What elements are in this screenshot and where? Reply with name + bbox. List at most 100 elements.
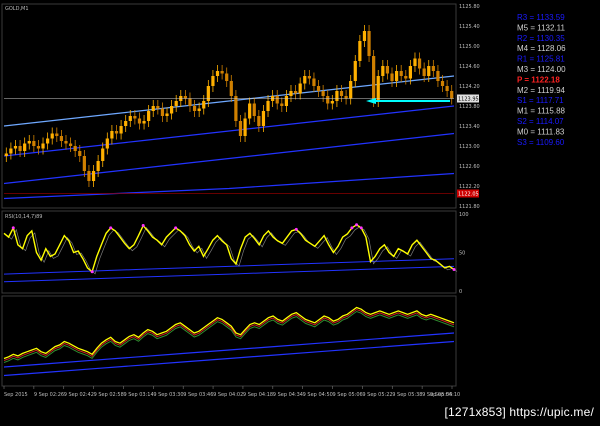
candle-body [427,66,431,76]
price-tick-label: 1125.00 [459,44,480,50]
candle-body [353,61,357,81]
candle-body [358,41,362,61]
candle-body [105,138,109,149]
pivot-r3-label: R3 = 1133.59 [517,13,565,22]
time-tick-label: 9 Sep 04:50 [303,392,333,398]
candle-body [137,118,142,124]
candle-body [128,116,132,121]
time-tick-label: 9 Sep 04:34 [273,392,303,398]
time-tick-label: 9 Sep 03:14 [123,392,153,398]
candle-body [27,141,31,144]
rsi-extreme-marker [355,223,359,227]
rsi-extreme-marker [174,226,178,230]
candle-body [183,96,187,99]
candle-body [349,81,353,99]
footer-watermark: [1271x853] https://upic.me/ [444,405,594,419]
candle-body [225,73,229,81]
pivot-list: R3 = 1133.59M5 = 1132.11 R2 = 1130.35M4 =… [517,13,566,147]
price-tick-label: 1123.80 [459,104,480,110]
candle-body [202,101,206,109]
candle-body [445,86,449,91]
candle-body [64,141,68,144]
candle-body [307,76,311,79]
pivot-m3-label: M3 = 1124.00 [517,65,566,74]
rsi-extreme-marker [452,267,456,271]
candle-body [87,171,91,181]
candle-body [312,78,316,86]
time-tick-label: 9 Sep 02:26 [34,392,64,398]
pivot-s3-label: S3 = 1109.60 [517,138,565,147]
lower-level-label: 1122.05 [458,192,479,198]
candle-body [344,96,348,99]
time-tick-label: 9 Sep 03:30 [153,392,183,398]
candle-body [280,103,284,106]
price-tick-label: 1124.60 [459,64,480,70]
candle-body [23,143,27,151]
candle-body [41,143,45,149]
time-tick-label: 9 Sep 02:42 [64,392,94,398]
time-tick-label: 9 Sep 02:58 [94,392,124,398]
rsi-tick-label: 50 [459,251,465,257]
candle-body [188,98,192,106]
candle-body [408,66,412,79]
candle-body [321,91,325,96]
candle-body [243,118,247,136]
candle-body [372,56,376,101]
candle-body [114,131,119,134]
candle-body [266,101,270,111]
candle-body [78,151,82,156]
rsi-extreme-marker [141,224,145,228]
chart-stage: 100 50 0 1125.80 1125.40 1125.00 1124.60 1124.… [0,0,600,422]
candle-body [68,143,73,146]
candle-body [174,101,178,106]
candle-body [151,106,155,111]
time-tick-label: 9 Sep 05:22 [362,392,392,398]
candle-body [339,91,344,96]
candle-body [133,116,137,119]
candle-body [46,138,50,144]
price-tick-label: 1122.60 [459,164,480,170]
candle-body [440,81,445,86]
time-tick-label: 9 Sep 03:46 [183,392,213,398]
candle-body [335,91,339,101]
candle-body [284,96,289,106]
chart-canvas: 100 50 0 1125.80 1125.40 1125.00 1124.60 1124.… [0,0,600,422]
price-tick-label: 1125.40 [459,24,480,30]
rsi-extreme-marker [109,226,113,230]
candle-body [160,108,165,116]
candle-body [298,83,302,94]
price-tick-label: 1123.00 [459,144,480,150]
pivot-m5-label: M5 = 1132.11 [517,23,566,32]
candle-body [55,133,59,136]
candle-body [289,91,293,96]
candle-body [390,73,394,81]
rsi-extreme-marker [90,270,94,274]
candle-body [4,153,8,156]
chart-title: GOLD,M1 [5,6,29,12]
candle-body [261,111,266,126]
candle-body [316,86,321,91]
candle-body [215,71,220,76]
candle-body [169,106,174,114]
current-price-label: 1123.95 [458,97,479,103]
candle-body [59,136,64,141]
time-tick-label: 9 Sep 05:06 [333,392,363,398]
candle-body [50,133,54,139]
candle-body [252,103,256,116]
pivot-p-label: P = 1122.18 [517,75,560,84]
candle-body [156,106,160,109]
rsi-tick-label: 100 [459,212,469,218]
candle-body [234,96,238,121]
candle-body [362,31,367,41]
candle-body [436,71,440,81]
candle-body [376,76,380,101]
candle-body [124,121,128,126]
candle-body [330,101,334,104]
candle-body [18,146,22,151]
candle-body [73,146,77,151]
pivot-m4-label: M4 = 1128.06 [517,44,566,53]
candle-body [110,131,114,139]
price-tick-label: 1121.80 [459,204,480,210]
candle-body [385,66,390,74]
candle-body [211,76,215,86]
